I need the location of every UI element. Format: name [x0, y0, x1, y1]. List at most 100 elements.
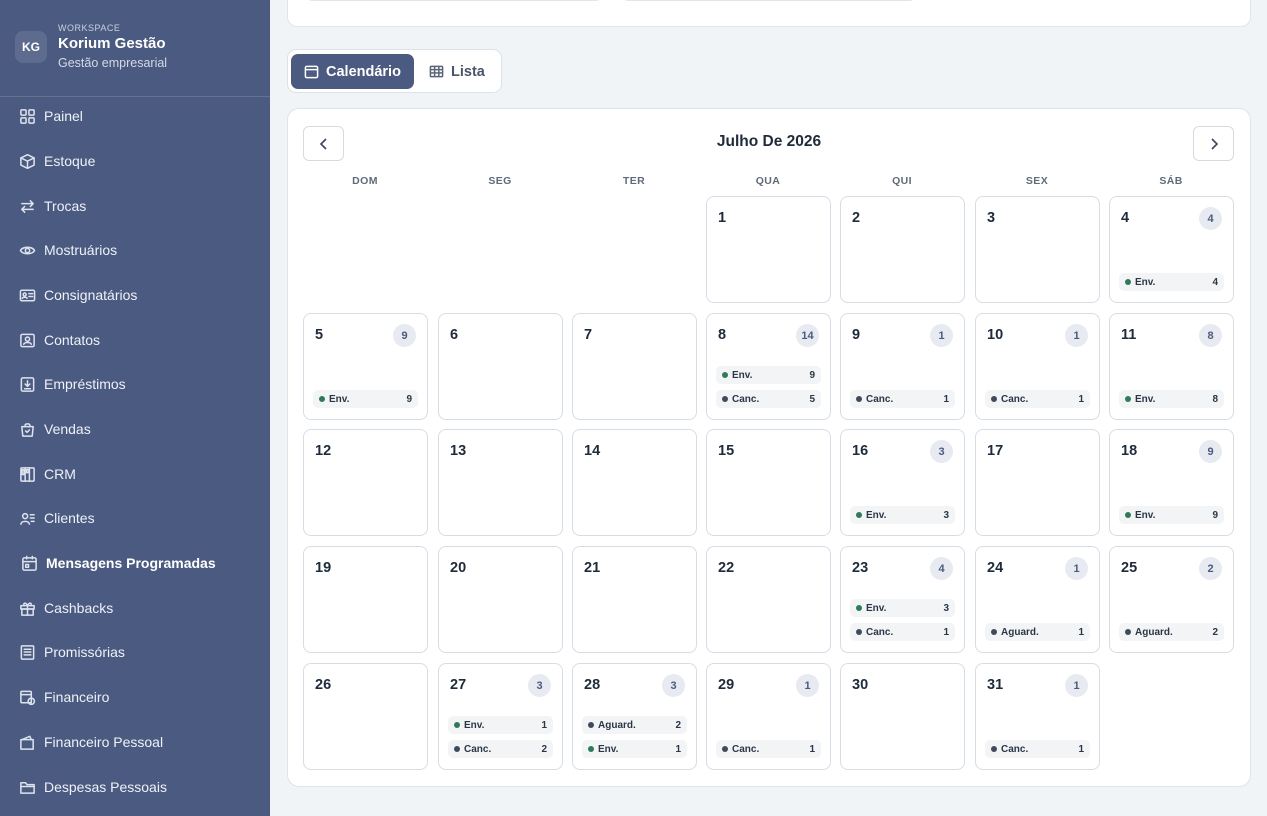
calendar-day-7[interactable]: 7	[572, 313, 697, 420]
sidebar-item-label: Mostruários	[44, 242, 118, 258]
event-count: 1	[1078, 744, 1084, 755]
calendar-day-2[interactable]: 2	[840, 196, 965, 303]
event-pill-waiting[interactable]: Aguard. 2	[582, 716, 687, 734]
calendar-day-10[interactable]: 10 1 Canc. 1	[975, 313, 1100, 420]
calendar-day-5[interactable]: 5 9 Env. 9	[303, 313, 428, 420]
event-pill-sent[interactable]: Env. 9	[716, 366, 821, 384]
event-pill-sent[interactable]: Env. 4	[1119, 273, 1224, 291]
sidebar-item-clientes[interactable]: Clientes	[0, 501, 270, 535]
calendar-day-26[interactable]: 26	[303, 663, 428, 770]
calendar-day-3[interactable]: 3	[975, 196, 1100, 303]
sidebar-item-label: Despesas Pessoais	[44, 779, 167, 795]
sidebar-item-label: Cashbacks	[44, 600, 114, 616]
sidebar-item-emprestimos[interactable]: Empréstimos	[0, 367, 270, 401]
workspace-subtitle: Gestão empresarial	[58, 56, 168, 70]
day-number: 30	[852, 677, 869, 693]
sidebar-item-despesas-pessoais[interactable]: Despesas Pessoais	[0, 770, 270, 804]
calendar-day-25[interactable]: 25 2 Aguard. 2	[1109, 546, 1234, 653]
event-count: 9	[809, 370, 815, 381]
calendar-day-16[interactable]: 16 3 Env. 3	[840, 429, 965, 536]
day-number: 3	[987, 210, 996, 226]
event-pill-sent[interactable]: Env. 9	[313, 390, 418, 408]
sidebar-item-estoque[interactable]: Estoque	[0, 144, 270, 178]
calendar-day-23[interactable]: 23 4 Env. 3 Canc. 1	[840, 546, 965, 653]
weekday-label: QUA	[755, 175, 781, 187]
event-pill-canceled[interactable]: Canc. 1	[716, 740, 821, 758]
sidebar-item-vendas[interactable]: Vendas	[0, 412, 270, 446]
event-pill-waiting[interactable]: Aguard. 2	[1119, 623, 1224, 641]
calendar-view-button[interactable]: Calendário	[291, 54, 414, 89]
event-pill-sent[interactable]: Env. 3	[850, 506, 955, 524]
sidebar-item-cashbacks[interactable]: Cashbacks	[0, 591, 270, 625]
calendar-day-15[interactable]: 15	[706, 429, 831, 536]
weekday-label: SEX	[1025, 175, 1049, 187]
event-pill-sent[interactable]: Env. 9	[1119, 506, 1224, 524]
calendar-day-1[interactable]: 1	[706, 196, 831, 303]
calendar-day-11[interactable]: 11 8 Env. 8	[1109, 313, 1234, 420]
event-count: 1	[1078, 394, 1084, 405]
event-pill-sent[interactable]: Env. 8	[1119, 390, 1224, 408]
calendar-day-13[interactable]: 13	[438, 429, 563, 536]
day-number: 28	[584, 677, 601, 693]
sidebar-item-crm[interactable]: CRM	[0, 457, 270, 491]
sidebar-item-painel[interactable]: Painel	[0, 99, 270, 133]
filter-field-2[interactable]	[619, 0, 919, 1]
event-pill-canceled[interactable]: Canc. 2	[448, 740, 553, 758]
calendar-day-24[interactable]: 24 1 Aguard. 1	[975, 546, 1100, 653]
day-number: 27	[450, 677, 467, 693]
event-pill-sent[interactable]: Env. 1	[582, 740, 687, 758]
calendar-day-22[interactable]: 22	[706, 546, 831, 653]
table-icon	[429, 65, 444, 78]
event-pill-canceled[interactable]: Canc. 5	[716, 390, 821, 408]
event-pill-sent[interactable]: Env. 1	[448, 716, 553, 734]
sidebar-item-financeiro-pessoal[interactable]: Financeiro Pessoal	[0, 725, 270, 759]
calendar-day-17[interactable]: 17	[975, 429, 1100, 536]
day-total-badge: 3	[662, 674, 685, 697]
event-pill-canceled[interactable]: Canc. 1	[850, 623, 955, 641]
workspace-name: Korium Gestão	[58, 35, 166, 52]
filter-field-1[interactable]	[303, 0, 605, 1]
event-pill-canceled[interactable]: Canc. 1	[850, 390, 955, 408]
calendar-card: Julho De 2026 DOM SEG TER QUA QUI SEX SÁB 1234…	[287, 108, 1251, 787]
event-label: Env.	[329, 394, 350, 405]
day-number: 11	[1121, 327, 1137, 343]
event-pill-waiting[interactable]: Aguard. 1	[985, 623, 1090, 641]
calendar-day-31[interactable]: 31 1 Canc. 1	[975, 663, 1100, 770]
swap-icon	[18, 197, 36, 215]
event-pill-sent[interactable]: Env. 3	[850, 599, 955, 617]
calendar-day-12[interactable]: 12	[303, 429, 428, 536]
status-dot	[856, 605, 862, 611]
sidebar-item-trocas[interactable]: Trocas	[0, 189, 270, 223]
workspace-header[interactable]: KG WORKSPACE Korium Gestão Gestão empres…	[0, 0, 270, 97]
day-number: 14	[584, 443, 601, 459]
sidebar-item-mostruarios[interactable]: Mostruários	[0, 233, 270, 267]
sidebar-item-contatos[interactable]: Contatos	[0, 323, 270, 357]
sidebar-item-mensagens-programadas[interactable]: Mensagens Programadas	[0, 546, 270, 580]
sidebar-item-promissorias[interactable]: Promissórias	[0, 635, 270, 669]
workspace-avatar: KG	[15, 31, 47, 63]
event-count: 8	[1212, 394, 1218, 405]
calendar-day-29[interactable]: 29 1 Canc. 1	[706, 663, 831, 770]
id-card-icon	[18, 286, 36, 304]
loan-icon	[18, 375, 36, 393]
calendar-day-28[interactable]: 28 3 Aguard. 2 Env. 1	[572, 663, 697, 770]
sidebar-item-consignatarios[interactable]: Consignatários	[0, 278, 270, 312]
calendar-day-20[interactable]: 20	[438, 546, 563, 653]
calendar-day-19[interactable]: 19	[303, 546, 428, 653]
calendar-day-18[interactable]: 18 9 Env. 9	[1109, 429, 1234, 536]
calendar-day-27[interactable]: 27 3 Env. 1 Canc. 2	[438, 663, 563, 770]
next-month-button[interactable]	[1193, 126, 1234, 161]
sidebar-item-financeiro[interactable]: Financeiro	[0, 680, 270, 714]
day-number: 1	[718, 210, 727, 226]
calendar-day-30[interactable]: 30	[840, 663, 965, 770]
calendar-day-14[interactable]: 14	[572, 429, 697, 536]
day-number: 4	[1121, 210, 1130, 226]
calendar-day-21[interactable]: 21	[572, 546, 697, 653]
calendar-day-8[interactable]: 8 14 Env. 9 Canc. 5	[706, 313, 831, 420]
list-view-button[interactable]: Lista	[416, 54, 498, 89]
calendar-day-6[interactable]: 6	[438, 313, 563, 420]
event-pill-canceled[interactable]: Canc. 1	[985, 390, 1090, 408]
calendar-day-4[interactable]: 4 4 Env. 4	[1109, 196, 1234, 303]
event-pill-canceled[interactable]: Canc. 1	[985, 740, 1090, 758]
calendar-day-9[interactable]: 9 1 Canc. 1	[840, 313, 965, 420]
